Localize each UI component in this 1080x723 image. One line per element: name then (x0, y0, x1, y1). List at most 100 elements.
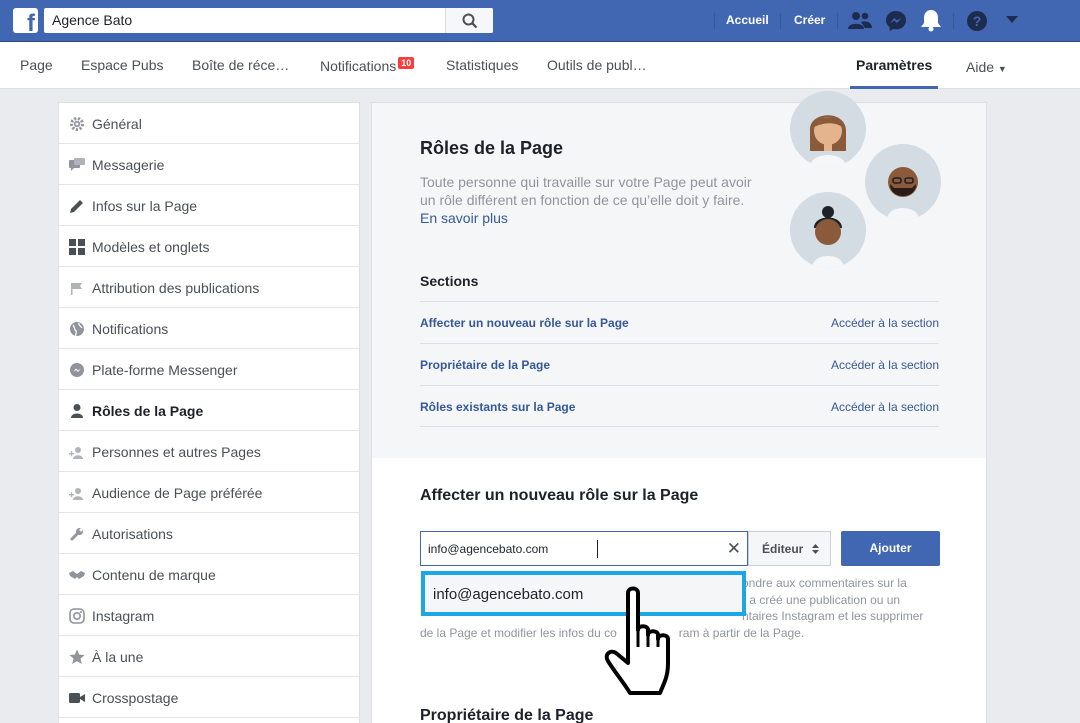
handshake-icon (69, 571, 85, 579)
sort-arrows-icon (812, 544, 819, 554)
avatar-illustration-icon (812, 206, 844, 268)
sidebar-item-label: Messagerie (92, 157, 165, 173)
page-roles-intro: Rôles de la Page Toute personne qui trav… (372, 91, 986, 458)
friends-icon[interactable] (848, 11, 872, 31)
sidebar-item-messenger-platform[interactable]: Plate-forme Messenger (59, 349, 359, 390)
avatar-illustration-icon (887, 167, 919, 220)
messenger-icon[interactable] (885, 10, 907, 32)
tab-insights[interactable]: Statistiques (446, 57, 518, 73)
sidebar-item-label: À la une (92, 649, 144, 665)
sidebar-item-label: Crosspostage (92, 690, 179, 706)
section-link-page-owner[interactable]: Propriétaire de la Page (420, 358, 550, 372)
sidebar-item-preferred-audience[interactable]: Audience de Page préférée (59, 472, 359, 513)
sidebar-item-templates[interactable]: Modèles et onglets (59, 226, 359, 267)
sidebar-item-label: Instagram (92, 608, 155, 624)
sidebar-item-branded-content[interactable]: Contenu de marque (59, 554, 359, 595)
sidebar-item-general[interactable]: Général (59, 103, 359, 144)
page-title: Rôles de la Page (420, 138, 564, 158)
role-select-value: Éditeur (762, 542, 804, 556)
globe-icon (70, 322, 84, 337)
sidebar-item-label: Personnes et autres Pages (92, 444, 261, 460)
sidebar-item-label: Rôles de la Page (92, 403, 204, 419)
sidebar-item-label: Modèles et onglets (92, 239, 210, 255)
go-to-section-link[interactable]: Accéder à la section (831, 316, 939, 330)
video-icon (69, 693, 85, 703)
tab-publishing-tools[interactable]: Outils de publ… (547, 57, 647, 73)
email-field[interactable]: info@agencebato.com ✕ (420, 531, 748, 566)
sidebar-item-crossposting[interactable]: Crosspostage (59, 677, 359, 718)
search-icon (462, 13, 478, 29)
sidebar-item-attribution[interactable]: Attribution des publications (59, 267, 359, 308)
star-icon (69, 649, 85, 664)
section-row: Rôles existants sur la Page Accéder à la… (420, 385, 939, 427)
chat-icon (69, 158, 85, 171)
sidebar-item-label: Plate-forme Messenger (92, 362, 238, 378)
sidebar-item-label: Audience de Page préférée (92, 485, 263, 501)
section-link-existing-roles[interactable]: Rôles existants sur la Page (420, 400, 575, 414)
sidebar-item-label: Infos sur la Page (92, 198, 198, 214)
facebook-logo-icon[interactable]: f (13, 8, 38, 33)
email-field-value[interactable]: info@agencebato.com (428, 542, 548, 556)
tab-help[interactable]: Aide ▼ (966, 59, 1007, 75)
sidebar-item-instagram[interactable]: Instagram (59, 595, 359, 636)
search-input[interactable]: Agence Bato (44, 8, 493, 33)
sidebar-item-label: Autorisations (92, 526, 173, 542)
caret-down-icon[interactable] (1006, 16, 1018, 24)
go-to-section-link[interactable]: Accéder à la section (831, 358, 939, 372)
sidebar-item-label: Attribution des publications (92, 280, 260, 296)
section-link-assign-role[interactable]: Affecter un nouveau rôle sur la Page (420, 316, 629, 330)
tab-inbox[interactable]: Boîte de réce… (192, 57, 289, 73)
sidebar-item-featured[interactable]: À la une (59, 636, 359, 677)
search-input-value[interactable]: Agence Bato (52, 12, 132, 28)
sidebar-item-label: Général (92, 116, 142, 132)
create-link[interactable]: Créer (794, 13, 825, 27)
sidebar-item-page-roles[interactable]: Rôles de la Page (59, 390, 359, 431)
tab-notifications[interactable]: Notifications 10 (320, 57, 415, 74)
avatar-illustration-icon (809, 115, 846, 167)
sidebar-item-permissions[interactable]: Autorisations (59, 513, 359, 554)
avatar (865, 144, 941, 220)
email-suggestion-item[interactable]: info@agencebato.com (421, 571, 746, 616)
pointing-hand-icon (604, 586, 670, 695)
gear-icon (70, 117, 84, 131)
person-icon (71, 404, 83, 418)
nav-separator (953, 13, 954, 29)
person-plus-icon (69, 488, 83, 500)
flag-icon (71, 283, 82, 295)
nav-separator (837, 13, 838, 29)
avatar (790, 91, 866, 167)
home-link[interactable]: Accueil (726, 13, 769, 27)
instagram-icon (69, 608, 85, 624)
go-to-section-link[interactable]: Accéder à la section (831, 400, 939, 414)
sidebar-item-page-info[interactable]: Infos sur la Page (59, 185, 359, 226)
description-text: Toute personne qui travaille sur votre P… (420, 174, 752, 208)
sidebar-item-people-pages[interactable]: Personnes et autres Pages (59, 431, 359, 472)
close-icon[interactable]: ✕ (727, 540, 741, 557)
learn-more-link[interactable]: En savoir plus (420, 210, 508, 226)
sidebar-item-messaging[interactable]: Messagerie (59, 144, 359, 185)
notification-count-badge: 10 (398, 57, 415, 69)
suggestion-label: info@agencebato.com (433, 586, 584, 603)
grid-icon (69, 239, 85, 255)
tab-page[interactable]: Page (20, 57, 53, 73)
help-icon[interactable]: ? (966, 10, 988, 32)
section-row: Propriétaire de la Page Accéder à la sec… (420, 343, 939, 385)
settings-sidebar: Général Messagerie Infos sur la Page Mod… (58, 102, 360, 723)
wrench-icon (70, 528, 83, 541)
sections-heading: Sections (420, 273, 479, 289)
tab-ads[interactable]: Espace Pubs (81, 57, 164, 73)
role-select[interactable]: Éditeur (748, 531, 831, 566)
avatar (790, 192, 866, 268)
caret-down-icon: ▼ (997, 64, 1007, 74)
add-button[interactable]: Ajouter (841, 531, 940, 566)
page-owner-heading: Propriétaire de la Page (420, 707, 594, 723)
tab-settings[interactable]: Paramètres (856, 57, 932, 73)
pencil-icon (70, 200, 83, 213)
page-tab-bar: Page Espace Pubs Boîte de réce… Notifica… (0, 42, 1080, 89)
sidebar-item-label: Contenu de marque (92, 567, 216, 583)
sidebar-item-notifications[interactable]: Notifications (59, 308, 359, 349)
tab-notifications-label: Notifications (320, 58, 397, 74)
sidebar-item-label: Notifications (92, 321, 169, 337)
bell-icon[interactable] (920, 9, 942, 32)
search-button[interactable] (445, 8, 493, 33)
